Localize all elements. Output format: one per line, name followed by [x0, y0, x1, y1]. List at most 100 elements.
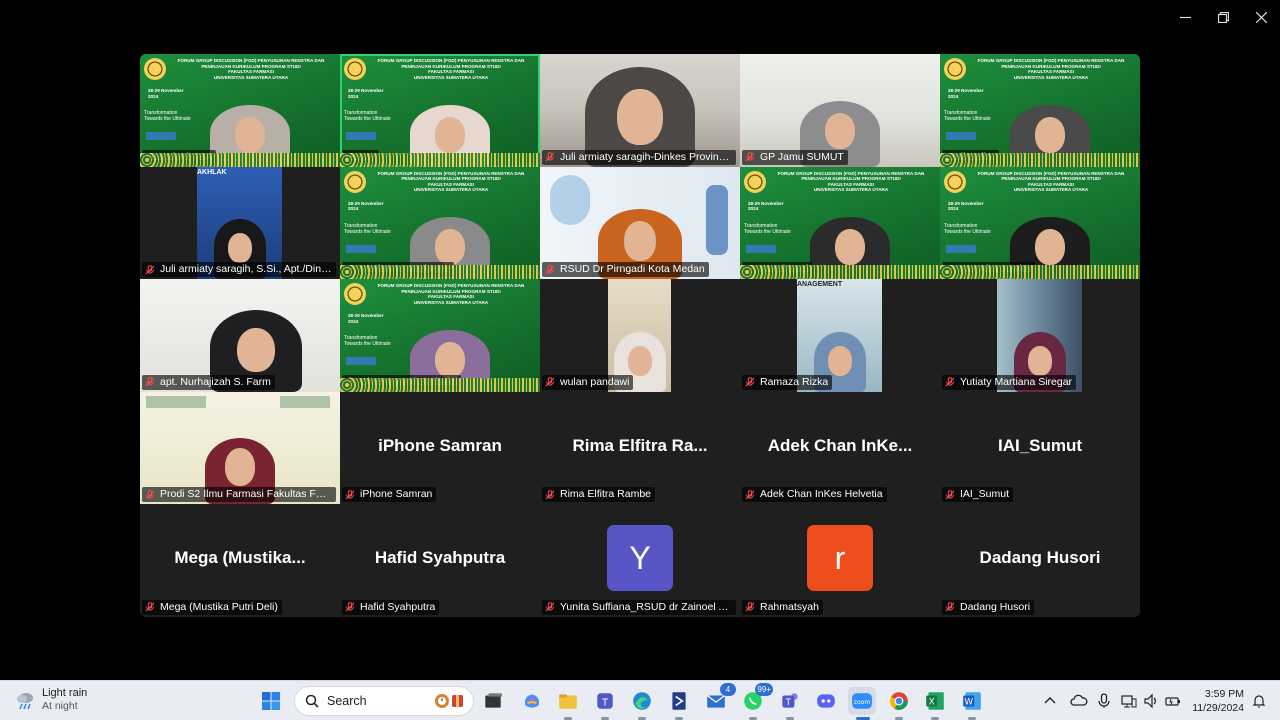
participant-name-label: Nurul Suci — [742, 262, 813, 278]
teams-button[interactable]: T — [776, 687, 804, 720]
mic-muted-icon — [945, 377, 955, 387]
participant-name-label: Rima Elfitra Rambe — [542, 487, 656, 503]
participant-tile[interactable]: iPhone Samran iPhone Samran — [340, 391, 540, 505]
search-highlight-icon — [435, 694, 463, 708]
microphone-icon[interactable] — [1097, 693, 1111, 709]
svg-text:W: W — [964, 697, 973, 707]
mic-muted-icon — [145, 489, 155, 500]
network-icon[interactable] — [1121, 693, 1137, 709]
teams-new-button[interactable]: T — [591, 687, 619, 720]
participant-tile[interactable]: FORUM GROUP DISCUSSION (FGD) PENYUSUNAN … — [340, 166, 540, 280]
discord-button[interactable] — [812, 687, 840, 715]
participant-tile[interactable]: wulan pandawi — [540, 279, 740, 392]
chevron-up-icon[interactable] — [1042, 693, 1058, 709]
banner-tagline: Transformation Towards the Ultimate — [744, 222, 791, 235]
participant-tile[interactable]: Mega (Mustika... Mega (Mustika Putri Deli… — [140, 504, 340, 617]
mic-muted-icon — [145, 602, 155, 612]
participant-display-name: Hafid Syahputra — [374, 548, 506, 568]
participant-tile[interactable]: Juli armiaty saragih-Dinkes Provinsi ... — [540, 54, 740, 167]
whatsapp-button[interactable]: 99+ — [739, 683, 773, 720]
participant-tile[interactable]: Adek Chan InKe... Adek Chan InKes Helveti… — [740, 391, 940, 505]
participant-tile[interactable]: FORUM GROUP DISCUSSION (FGD) PENYUSUNAN … — [940, 54, 1140, 167]
participant-tile[interactable]: apt. Nurhajizah S. Farm — [140, 279, 340, 392]
participant-name: Ramaza Rizka — [760, 375, 829, 388]
participant-avatar: r — [807, 525, 873, 592]
clock-time: 3:59 PM — [1204, 688, 1244, 700]
banner-logo — [746, 244, 776, 253]
participant-name: Prodi S2 Ilmu Farmasi Fakultas Farma... — [160, 488, 332, 501]
task-view-button[interactable] — [479, 687, 507, 715]
weather-widget[interactable]: Light rain At night — [14, 687, 87, 713]
mic-muted-icon — [345, 264, 355, 275]
weather-period: At night — [42, 700, 78, 712]
university-seal-icon — [344, 170, 366, 193]
participant-tile[interactable]: IAI_Sumut IAI_Sumut — [940, 391, 1140, 505]
minimize-button[interactable] — [1166, 0, 1204, 34]
discord-icon — [817, 694, 835, 708]
participant-name-label: RSUD Dr Pirngadi Kota Medan — [542, 262, 709, 278]
copilot-button[interactable] — [518, 687, 546, 715]
taskbar: Light rain At night Search T 4 99+ Tzoom X W — [0, 680, 1280, 720]
banner-date: 28-29 November 2024 — [348, 200, 384, 212]
participant-tile[interactable]: GP Jamu SUMUT — [740, 54, 940, 167]
mic-muted-icon — [745, 264, 755, 275]
taskbar-search[interactable]: Search — [294, 686, 474, 716]
restore-button[interactable] — [1204, 0, 1242, 34]
participant-name-label: Hafid Syahputra — [342, 599, 440, 615]
notification-bell-icon[interactable] — [1252, 694, 1266, 708]
participant-tile[interactable]: FORUM GROUP DISCUSSION (FGD) PENYUSUNAN … — [740, 166, 940, 280]
participant-video-person — [1010, 207, 1090, 280]
start-button[interactable] — [257, 687, 285, 715]
cloud-sync-icon[interactable] — [1070, 693, 1088, 709]
restore-icon — [1217, 11, 1229, 23]
zoom-button[interactable]: zoom — [848, 687, 876, 720]
participant-tile[interactable]: Yutiaty Martiana Siregar — [940, 279, 1140, 392]
banner-title: FORUM GROUP DISCUSSION (FGD) PENYUSUNAN … — [977, 58, 1125, 80]
mic-muted-icon — [745, 602, 755, 612]
participant-tile[interactable]: Dadang Husori Dadang Husori — [940, 504, 1140, 617]
edge-button[interactable] — [628, 687, 656, 720]
participant-name-label: Yutiaty Martiana Siregar — [942, 374, 1077, 390]
participant-tile[interactable]: Hafid Syahputra Hafid Syahputra — [340, 504, 540, 617]
participant-name: Yutiaty Martiana Siregar — [960, 375, 1073, 388]
vscode-button[interactable] — [665, 687, 693, 720]
participant-tile[interactable]: ANAGEMENT Ramaza Rizka — [740, 279, 940, 392]
file-explorer-button[interactable] — [554, 687, 582, 720]
volume-icon[interactable] — [1143, 693, 1159, 709]
mic-muted-icon — [945, 264, 955, 275]
participant-tile[interactable]: FORUM GROUP DISCUSSION (FGD) PENYUSUNAN … — [140, 54, 340, 167]
file-explorer-icon — [559, 694, 577, 709]
participant-tile[interactable]: Rima Elfitra Ra... Rima Elfitra Rambe — [540, 391, 740, 505]
participant-name-label: Yunita Suffiana_RSUD dr Zainoel Abi... — [542, 599, 736, 615]
taskbar-clock[interactable]: 3:59 PM 11/29/2024 — [1192, 687, 1244, 715]
participant-tile[interactable]: r Rahmatsyah — [740, 504, 940, 617]
participant-tile[interactable]: Y Yunita Suffiana_RSUD dr Zainoel Abi... — [540, 504, 740, 617]
participant-tile[interactable]: FORUM GROUP DISCUSSION (FGD) PENYUSUNAN … — [940, 166, 1140, 280]
participant-video-person — [810, 207, 890, 280]
participant-display-name: Dadang Husori — [979, 548, 1101, 568]
participant-tile[interactable]: FORUM GROUP DISCUSSION (FGD) PENYUSUNAN … — [340, 54, 540, 167]
chrome-icon — [890, 692, 908, 710]
participant-tile[interactable]: RSUD Dr Pirngadi Kota Medan — [540, 166, 740, 280]
clock-date: 11/29/2024 — [1192, 702, 1244, 714]
participant-name: Marianne Marianne — [360, 263, 451, 276]
chrome-button[interactable] — [885, 687, 913, 720]
copilot-icon — [524, 694, 540, 708]
close-button[interactable] — [1242, 0, 1280, 34]
participant-name: Yunita Suffiana_RSUD dr Zainoel Abi... — [560, 600, 732, 613]
word-button[interactable]: W — [958, 687, 986, 720]
search-icon — [305, 694, 319, 708]
mail-button[interactable]: 4 — [702, 683, 736, 715]
excel-icon: X — [926, 692, 944, 710]
excel-button[interactable]: X — [921, 687, 949, 720]
university-seal-icon — [944, 58, 966, 80]
banner-logo — [946, 132, 976, 140]
banner-tagline: Transformation Towards the Ultimate — [944, 110, 991, 122]
battery-icon[interactable] — [1165, 693, 1181, 709]
participant-tile[interactable]: Prodi S2 Ilmu Farmasi Fakultas Farma... — [140, 391, 340, 505]
participant-name: Mega (Mustika Putri Deli) — [160, 600, 278, 613]
banner-logo — [946, 244, 976, 253]
participant-tile[interactable]: AKHLAK Juli armiaty saragih, S.Si., Apt./… — [140, 166, 340, 280]
participant-tile[interactable]: FORUM GROUP DISCUSSION (FGD) PENYUSUNAN … — [340, 279, 540, 392]
teams-icon: T — [782, 693, 798, 708]
